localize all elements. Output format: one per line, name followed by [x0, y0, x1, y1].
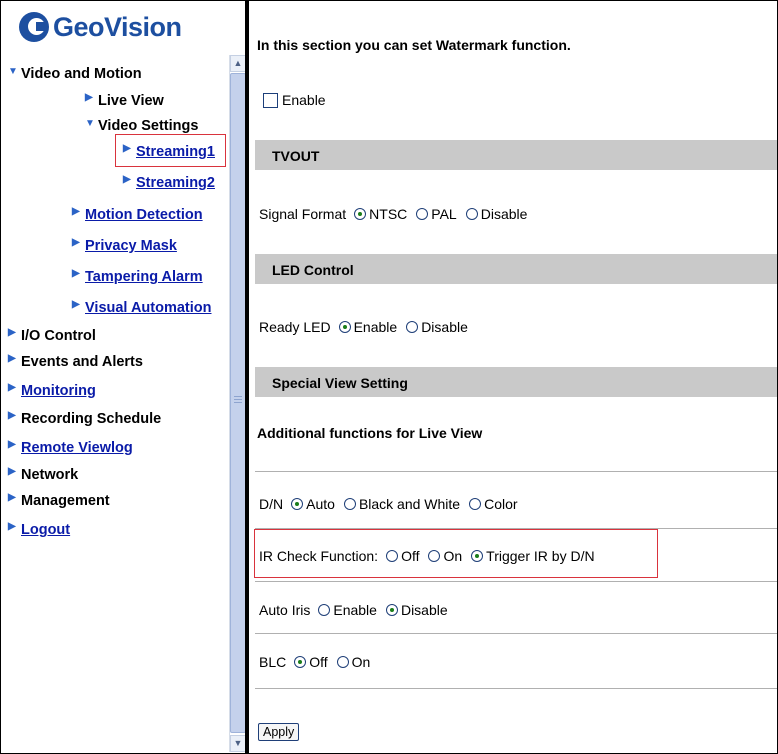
- ir-check-label: IR Check Function:: [259, 548, 379, 564]
- nav-video-and-motion[interactable]: ▼ Video and Motion: [8, 66, 142, 82]
- blc-row: BLC Off On: [259, 654, 371, 670]
- ready-led-row: Ready LED Enable Disable: [259, 319, 468, 335]
- radio-disable[interactable]: [465, 208, 478, 220]
- auto-iris-row: Auto Iris Enable Disable: [259, 602, 448, 618]
- logo-mark-icon: [19, 12, 49, 42]
- nav-streaming1[interactable]: ▶ Streaming1: [123, 143, 215, 160]
- intro-text: In this section you can set Watermark fu…: [257, 37, 571, 53]
- collapsed-triangle-icon: ▶: [72, 268, 80, 279]
- expanded-triangle-icon: ▼: [85, 118, 95, 129]
- collapsed-triangle-icon: ▶: [8, 466, 16, 477]
- radio-led-enable[interactable]: [338, 321, 351, 333]
- apply-button[interactable]: Apply: [258, 723, 300, 741]
- blc-label: BLC: [259, 654, 287, 670]
- nav-remote-viewlog[interactable]: ▶ Remote Viewlog: [8, 439, 133, 456]
- row-divider: [255, 688, 777, 689]
- radio-iris-disable[interactable]: [385, 604, 398, 616]
- collapsed-triangle-icon: ▶: [72, 299, 80, 310]
- enable-checkbox[interactable]: [263, 92, 278, 108]
- radio-dn-color[interactable]: [469, 498, 482, 510]
- sidebar: GeoVision ▼ Video and Motion ▶ Live View…: [1, 1, 226, 752]
- nav-recording-schedule[interactable]: ▶ Recording Schedule: [8, 410, 161, 427]
- row-divider: [255, 471, 777, 472]
- led-section-header: LED Control: [255, 254, 777, 284]
- nav-network[interactable]: ▶ Network: [8, 466, 78, 483]
- nav-events-and-alerts[interactable]: ▶ Events and Alerts: [8, 353, 143, 370]
- collapsed-triangle-icon: ▶: [8, 327, 16, 338]
- collapsed-triangle-icon: ▶: [8, 521, 16, 532]
- collapsed-triangle-icon: ▶: [123, 143, 131, 154]
- scroll-down-icon[interactable]: ▼: [230, 735, 246, 752]
- collapsed-triangle-icon: ▶: [8, 410, 16, 421]
- signal-format-label: Signal Format: [259, 206, 347, 222]
- special-view-section-header: Special View Setting: [255, 367, 777, 397]
- radio-blc-off[interactable]: [294, 656, 307, 668]
- nav-streaming2[interactable]: ▶ Streaming2: [123, 174, 215, 191]
- geovision-logo: GeoVision: [19, 7, 182, 47]
- ir-check-row: IR Check Function: Off On Trigger IR by …: [259, 548, 595, 564]
- nav-motion-detection[interactable]: ▶ Motion Detection: [72, 206, 203, 223]
- radio-ir-trigger[interactable]: [471, 550, 484, 562]
- nav-management[interactable]: ▶ Management: [8, 492, 110, 509]
- collapsed-triangle-icon: ▶: [8, 439, 16, 450]
- logo-text: GeoVision: [53, 11, 182, 42]
- collapsed-triangle-icon: ▶: [85, 92, 93, 103]
- enable-label: Enable: [282, 92, 326, 108]
- signal-format-row: Signal Format NTSC PAL Disable: [259, 206, 528, 222]
- radio-ntsc[interactable]: [354, 208, 367, 220]
- tvout-section-header: TVOUT: [255, 140, 777, 170]
- radio-ir-on[interactable]: [428, 550, 441, 562]
- sidebar-scrollbar[interactable]: ▲ ▼: [229, 55, 246, 752]
- collapsed-triangle-icon: ▶: [72, 237, 80, 248]
- radio-ir-off[interactable]: [386, 550, 399, 562]
- radio-pal[interactable]: [416, 208, 429, 220]
- collapsed-triangle-icon: ▶: [72, 206, 80, 217]
- nav-io-control[interactable]: ▶ I/O Control: [8, 327, 96, 344]
- nav-monitoring[interactable]: ▶ Monitoring: [8, 382, 96, 399]
- collapsed-triangle-icon: ▶: [8, 492, 16, 503]
- auto-iris-label: Auto Iris: [259, 602, 311, 618]
- expanded-triangle-icon: ▼: [8, 66, 18, 77]
- dn-row: D/N Auto Black and White Color: [259, 496, 518, 512]
- radio-iris-enable[interactable]: [318, 604, 331, 616]
- ready-led-label: Ready LED: [259, 319, 331, 335]
- nav-video-settings[interactable]: ▼ Video Settings: [85, 118, 198, 134]
- collapsed-triangle-icon: ▶: [123, 174, 131, 185]
- nav-live-view[interactable]: ▶ Live View: [85, 92, 164, 109]
- row-divider: [255, 633, 777, 634]
- scrollbar-thumb[interactable]: [230, 73, 246, 733]
- nav-privacy-mask[interactable]: ▶ Privacy Mask: [72, 237, 177, 254]
- nav-visual-automation[interactable]: ▶ Visual Automation: [72, 299, 212, 316]
- radio-led-disable[interactable]: [406, 321, 419, 333]
- scroll-up-icon[interactable]: ▲: [230, 55, 246, 72]
- radio-blc-on[interactable]: [336, 656, 349, 668]
- radio-dn-auto[interactable]: [291, 498, 304, 510]
- additional-functions-label: Additional functions for Live View: [257, 425, 483, 441]
- watermark-enable[interactable]: Enable: [263, 92, 326, 108]
- collapsed-triangle-icon: ▶: [8, 382, 16, 393]
- nav-tampering-alarm[interactable]: ▶ Tampering Alarm: [72, 268, 203, 285]
- dn-label: D/N: [259, 496, 284, 512]
- row-divider: [255, 581, 777, 582]
- radio-dn-black-white[interactable]: [343, 498, 356, 510]
- nav-logout[interactable]: ▶ Logout: [8, 521, 70, 538]
- main-content: In this section you can set Watermark fu…: [249, 0, 777, 754]
- collapsed-triangle-icon: ▶: [8, 353, 16, 364]
